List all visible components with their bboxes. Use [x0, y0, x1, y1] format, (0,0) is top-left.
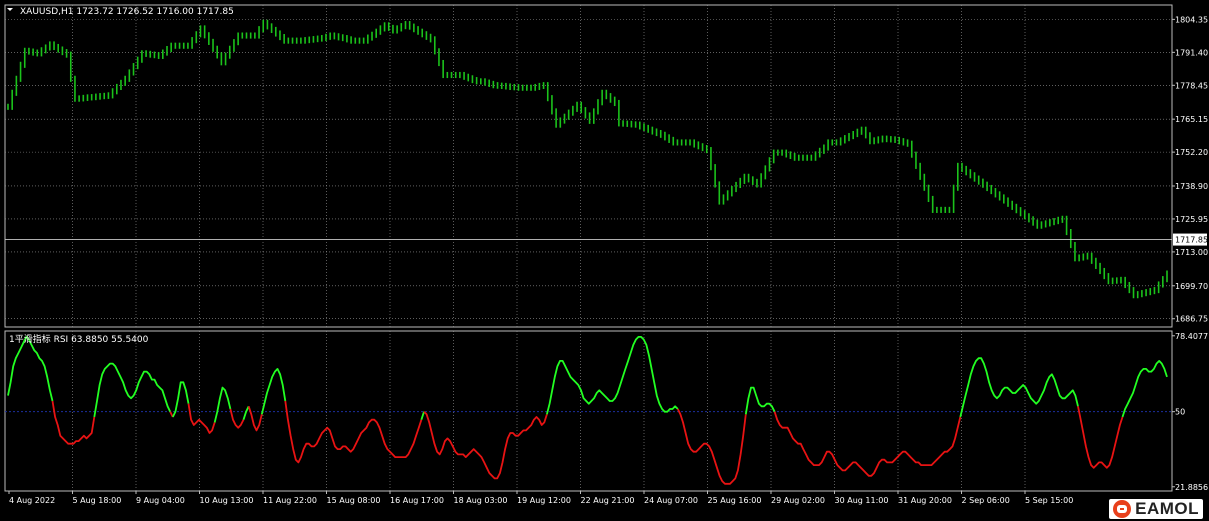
price-tick-label: 1699.70 [1175, 282, 1208, 291]
rsi-chart-title: 1平滑指标 RSI 63.8850 55.5400 [9, 333, 149, 345]
rsi-line-segment [187, 403, 216, 434]
x-tick-label: 29 Aug 02:00 [771, 496, 825, 505]
price-tick-label: 1738.90 [1175, 182, 1208, 191]
x-tick-label: 9 Aug 04:00 [136, 496, 185, 505]
x-tick-label: 15 Aug 08:00 [327, 496, 381, 505]
rsi-line-segment [242, 405, 250, 420]
rsi-line-segment [423, 411, 548, 480]
current-price-label: 1717.85 [1175, 236, 1208, 245]
price-tick-label: 1778.45 [1175, 81, 1208, 90]
rsi-line-segment [213, 386, 232, 423]
x-tick-label: 11 Aug 22:00 [263, 496, 317, 505]
rsi-line-segment [93, 362, 172, 418]
brand-name: EAMOL [1135, 499, 1199, 518]
price-tick-label: 1713.00 [1175, 248, 1208, 257]
trading-chart: 1804.35 1791.40 1778.45 1765.15 1752.20 1738.… [4, 4, 1208, 505]
x-tick-label: 10 Aug 13:00 [200, 496, 254, 505]
price-chart-title: XAUUSD,H1 1723.72 1726.52 1716.00 1717.8… [20, 7, 234, 17]
rsi-line-segment [1077, 406, 1124, 469]
price-tick-label: 1686.75 [1175, 315, 1208, 324]
price-tick-label: 1765.15 [1175, 115, 1208, 124]
time-axis: 4 Aug 2022 5 Aug 18:00 9 Aug 04:00 10 Aug 1… [8, 491, 1073, 505]
rsi-line-segment [247, 406, 263, 432]
rsi-pane-frame [4, 330, 1173, 492]
x-tick-label: 18 Aug 03:00 [454, 496, 508, 505]
rsi-line-segment [546, 335, 679, 415]
rsi-line-segment [260, 367, 287, 415]
x-tick-label: 25 Aug 16:00 [708, 496, 762, 505]
x-tick-label: 30 Aug 11:00 [835, 496, 889, 505]
price-pane: 1804.35 1791.40 1778.45 1765.15 1752.20 1738.… [4, 4, 1208, 328]
rsi-line-segment [420, 411, 425, 420]
dropdown-icon[interactable] [7, 8, 13, 11]
rsi-tick-label: 78.4077 [1175, 332, 1208, 341]
x-tick-label: 22 Aug 21:00 [581, 496, 635, 505]
x-tick-label: 16 Aug 17:00 [390, 496, 444, 505]
price-tick-label: 1752.20 [1175, 148, 1208, 157]
rsi-line-segment [744, 386, 776, 415]
x-tick-label: 2 Sep 06:00 [962, 496, 1010, 505]
rsi-line-segment [773, 411, 962, 477]
x-tick-label: 24 Aug 07:00 [644, 496, 698, 505]
rsi-pane: 78.4077 50 21.8856 [4, 330, 1208, 492]
rsi-tick-label: 50 [1175, 408, 1185, 417]
rsi-line-segment [7, 335, 54, 402]
x-tick-label: 31 Aug 20:00 [898, 496, 952, 505]
x-tick-label: 5 Aug 18:00 [73, 496, 122, 505]
rsi-line-segment [284, 400, 423, 464]
rsi-line-segment [1121, 359, 1168, 418]
rsi-line-segment [676, 408, 747, 485]
price-pane-frame [4, 4, 1173, 328]
rsi-line-segment [51, 400, 96, 445]
brand-logo-icon [1113, 500, 1132, 518]
x-tick-label: 5 Sep 15:00 [1025, 496, 1073, 505]
price-tick-label: 1725.95 [1175, 215, 1208, 224]
price-tick-label: 1791.40 [1175, 48, 1208, 57]
rsi-line-segment [959, 357, 1079, 418]
x-tick-label: 19 Aug 12:00 [517, 496, 571, 505]
rsi-tick-label: 21.8856 [1175, 483, 1208, 492]
price-tick-label: 1804.35 [1175, 15, 1208, 24]
x-tick-label: 4 Aug 2022 [9, 496, 55, 505]
brand-badge: EAMOL [1109, 499, 1203, 519]
